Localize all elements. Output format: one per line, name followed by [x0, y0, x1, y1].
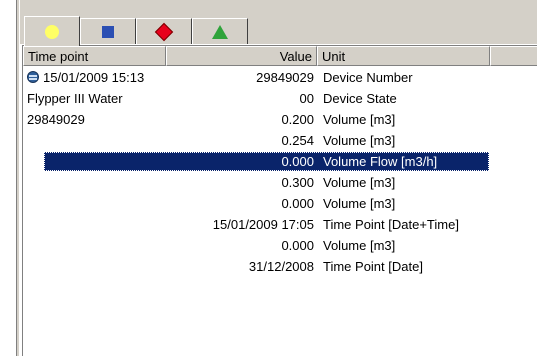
tab-yellow[interactable] — [24, 16, 80, 46]
table-row[interactable]: 0.254 Volume [m3] — [23, 130, 537, 151]
column-header-time-point[interactable]: Time point — [23, 46, 166, 66]
table-row[interactable]: 29849029 0.200 Volume [m3] — [23, 109, 537, 130]
grid-rows: 15/01/2009 15:13 29849029 Device Number … — [23, 67, 537, 277]
table-row-selected[interactable]: 0.000 Volume Flow [m3/h] — [23, 151, 537, 172]
green-triangle-icon — [212, 24, 228, 39]
table-row[interactable]: 15/01/2009 17:05 Time Point [Date+Time] — [23, 214, 537, 235]
column-header-unit[interactable]: Unit — [317, 46, 490, 66]
table-row[interactable]: 0.300 Volume [m3] — [23, 172, 537, 193]
value-cell: 29849029 — [256, 70, 314, 85]
value-cell: 0.200 — [281, 112, 314, 127]
tab-blue[interactable] — [80, 18, 136, 44]
unit-cell: Device Number — [323, 70, 413, 85]
tab-green[interactable] — [192, 18, 248, 44]
unit-cell: Volume [m3] — [323, 112, 396, 127]
value-cell: 0.000 — [281, 238, 314, 253]
meter-readout-window: Time point Value Unit 15/01/2009 15:13 2… — [0, 0, 537, 356]
column-header-value[interactable]: Value — [166, 46, 317, 66]
grid-header: Time point Value Unit — [23, 46, 537, 66]
value-cell: 0.254 — [281, 133, 314, 148]
column-header-filler — [490, 46, 537, 66]
table-row[interactable]: 31/12/2008 Time Point [Date] — [23, 256, 537, 277]
table-row[interactable]: 15/01/2009 15:13 29849029 Device Number — [23, 67, 537, 88]
unit-cell: Volume [m3] — [323, 175, 396, 190]
tab-strip — [20, 0, 537, 46]
unit-cell: Device State — [323, 91, 397, 106]
value-cell: 0.300 — [281, 175, 314, 190]
window-frame — [16, 0, 20, 356]
unit-cell: Time Point [Date] — [323, 259, 423, 274]
unit-cell: Volume [m3] — [323, 196, 396, 211]
time-point-cell: 15/01/2009 15:13 — [27, 67, 166, 88]
yellow-circle-icon — [45, 24, 59, 39]
table-row[interactable]: 0.000 Volume [m3] — [23, 235, 537, 256]
red-diamond-icon — [154, 22, 174, 41]
unit-cell: Volume [m3] — [323, 238, 396, 253]
blue-square-icon — [102, 25, 114, 38]
value-cell: 0.000 — [281, 196, 314, 211]
data-grid: Time point Value Unit 15/01/2009 15:13 2… — [22, 45, 537, 356]
value-cell: 00 — [299, 91, 314, 106]
value-cell: 0.000 — [281, 154, 314, 169]
tab-red[interactable] — [136, 18, 192, 44]
time-point-text: 15/01/2009 15:13 — [43, 70, 145, 85]
unit-cell: Volume [m3] — [323, 133, 396, 148]
meter-device-icon — [27, 71, 39, 83]
time-point-cell: Flypper III Water — [27, 91, 123, 106]
table-row[interactable]: 0.000 Volume [m3] — [23, 193, 537, 214]
unit-cell: Volume Flow [m3/h] — [323, 154, 438, 169]
unit-cell: Time Point [Date+Time] — [323, 217, 459, 232]
table-row[interactable]: Flypper III Water 00 Device State — [23, 88, 537, 109]
time-point-cell: 29849029 — [27, 112, 85, 127]
value-cell: 15/01/2009 17:05 — [212, 217, 314, 232]
value-cell: 31/12/2008 — [248, 259, 314, 274]
